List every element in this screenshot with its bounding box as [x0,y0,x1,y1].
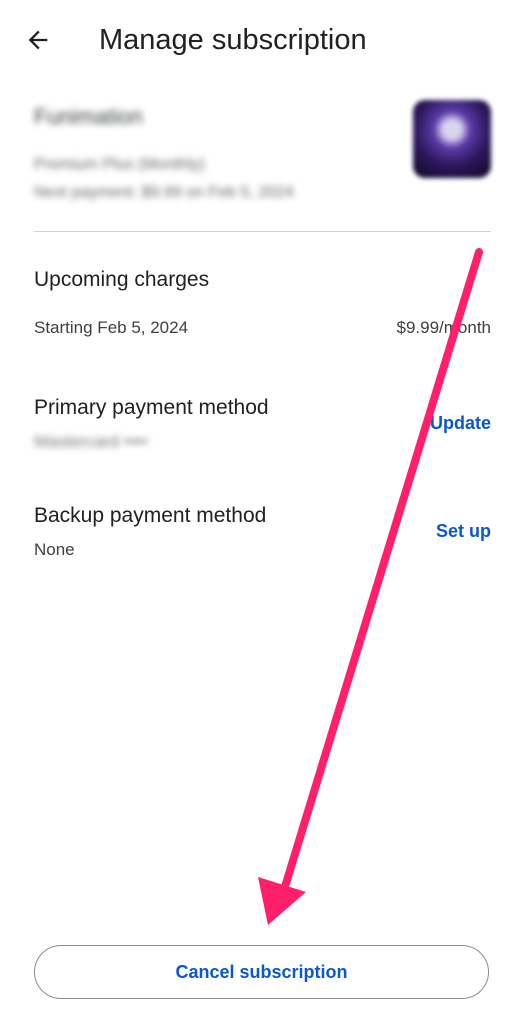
cancel-subscription-button[interactable]: Cancel subscription [34,945,489,999]
page-title: Manage subscription [99,24,367,56]
primary-payment-value: Mastercard •••• [34,432,148,451]
primary-payment-title: Primary payment method [34,396,269,419]
update-payment-button[interactable]: Update [430,413,491,434]
setup-backup-button[interactable]: Set up [436,521,491,542]
upcoming-charges-title: Upcoming charges [34,268,210,291]
backup-payment-title: Backup payment method [34,504,267,527]
divider [34,231,491,232]
app-thumbnail [413,100,491,178]
app-name: Funimation [34,104,143,129]
subscription-summary: Funimation Premium Plus (Monthly) Next p… [34,96,491,216]
top-app-bar: Manage subscription [0,0,525,80]
plan-name: Premium Plus (Monthly) [34,156,205,173]
backup-payment-value: None [34,540,75,559]
next-payment-text: Next payment: $9.99 on Feb 5, 2024 [34,184,294,201]
back-button[interactable] [18,20,58,60]
upcoming-charges-price: $9.99/month [396,318,491,337]
arrow-left-icon [28,30,48,50]
upcoming-charges-start: Starting Feb 5, 2024 [34,318,189,337]
